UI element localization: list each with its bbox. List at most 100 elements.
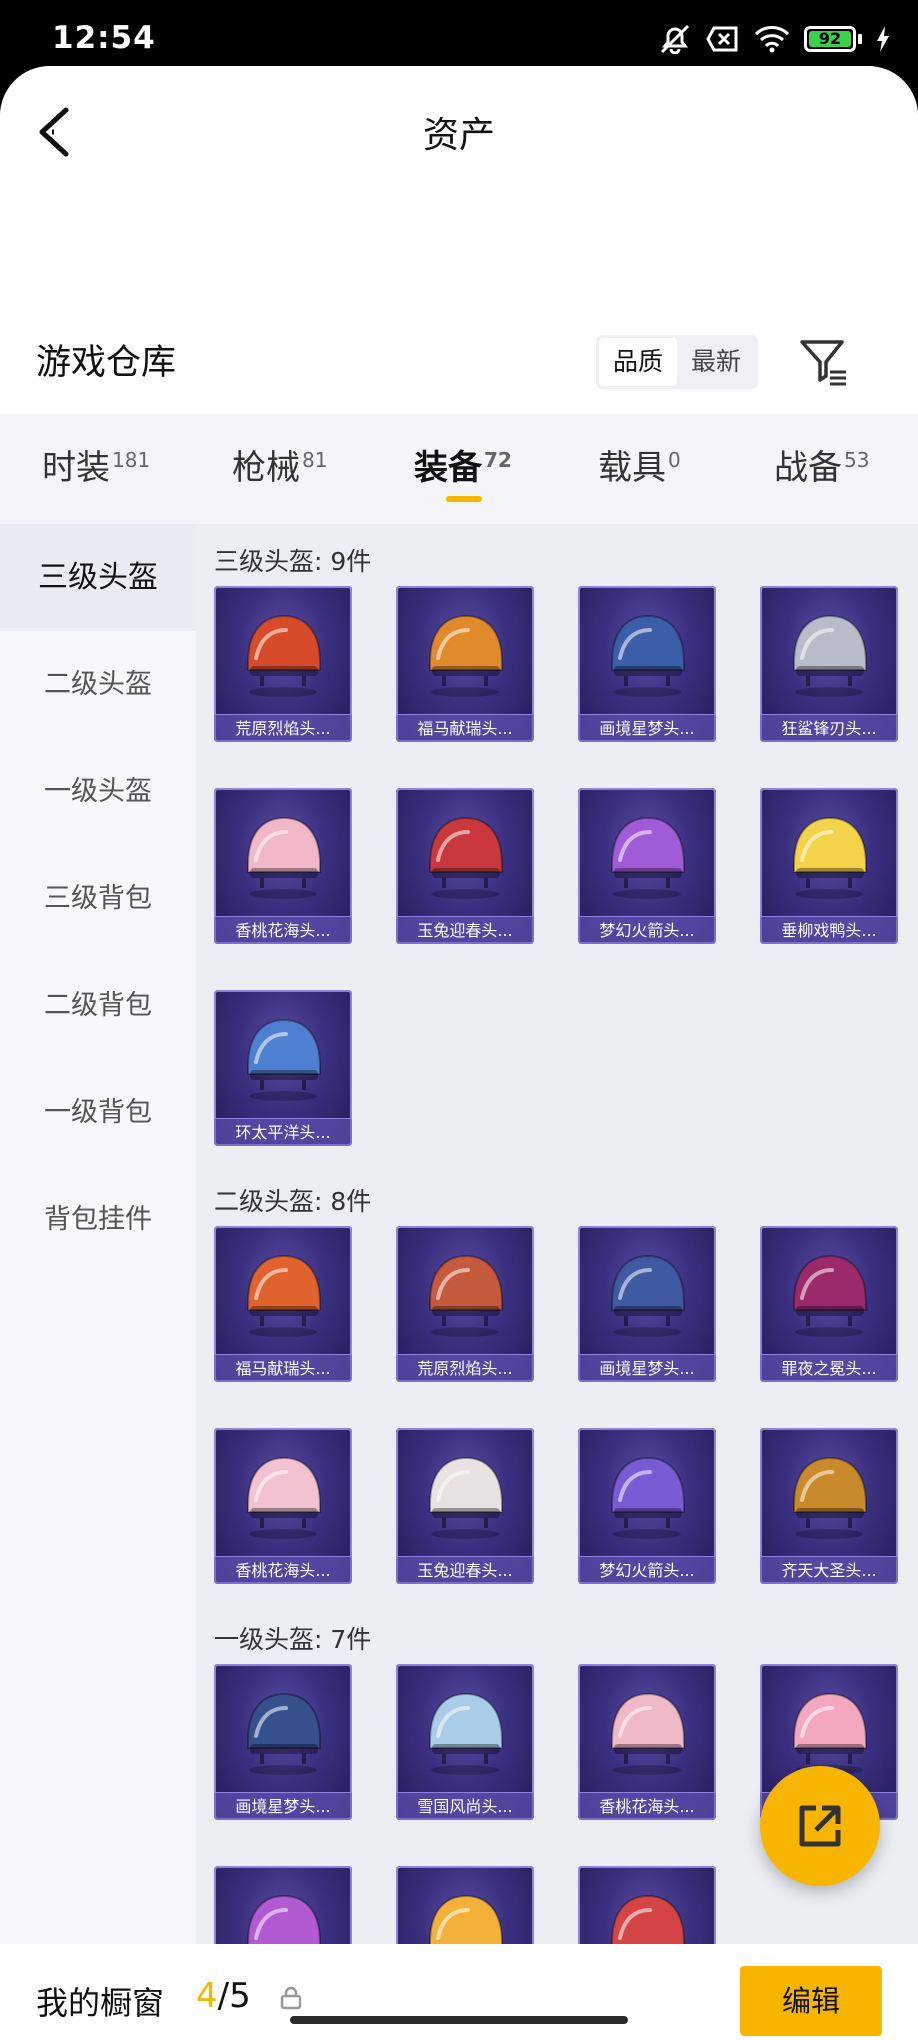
item-card[interactable]: 荒原烈焰头... (396, 1226, 534, 1382)
item-card[interactable]: 梦幻火箭头... (578, 788, 716, 944)
item-name: 福马献瑞头... (396, 714, 534, 742)
group-title: 二级头盔: 8件 (214, 1187, 372, 1216)
sidebar-item-level1-backpack[interactable]: 一级背包 (0, 1059, 196, 1166)
tab-vehicles[interactable]: 载具 0 (598, 440, 681, 489)
sort-toggle: 品质 最新 (596, 335, 758, 389)
item-card[interactable]: 香桃花海头... (214, 788, 352, 944)
item-card[interactable] (214, 1866, 352, 1944)
helmet-icon (429, 614, 503, 697)
item-name: 香桃花海头... (214, 1556, 352, 1584)
item-name: 垂柳戏鸭头... (760, 916, 898, 944)
edit-button[interactable]: 编辑 (740, 1966, 882, 2036)
item-name: 画境星梦头... (578, 1354, 716, 1382)
sidebar-item-level1-helmet[interactable]: 一级头盔 (0, 738, 196, 845)
helmet-icon (247, 1456, 321, 1539)
tab-supplies[interactable]: 战备 53 (774, 440, 869, 489)
item-name: 福马献瑞头... (214, 1354, 352, 1382)
item-card[interactable] (578, 1866, 716, 1944)
item-name: 荒原烈焰头... (214, 714, 352, 742)
helmet-icon (611, 1894, 685, 1944)
warehouse-header: 游戏仓库 品质 最新 (0, 266, 918, 414)
helmet-icon (611, 1456, 685, 1539)
sidebar-item-level2-helmet[interactable]: 二级头盔 (0, 631, 196, 738)
helmet-icon (247, 614, 321, 697)
filter-icon[interactable] (796, 334, 852, 390)
status-icons: 92 (658, 24, 890, 54)
battery-level: 92 (809, 31, 851, 47)
sort-quality-button[interactable]: 品质 (599, 338, 677, 386)
sim-off-icon (706, 26, 738, 52)
item-card[interactable]: 环太平洋头... (214, 990, 352, 1146)
sidebar-item-level3-helmet[interactable]: 三级头盔 (0, 524, 196, 631)
home-indicator[interactable] (290, 2016, 628, 2024)
item-card[interactable] (396, 1866, 534, 1944)
category-tabs: 时装 181 枪械 81 装备 72 载具 0 战备 53 (0, 414, 918, 524)
wifi-icon (754, 26, 790, 53)
navigation-bar: 资产 (0, 66, 918, 266)
sidebar-item-level2-backpack[interactable]: 二级背包 (0, 952, 196, 1059)
helmet-icon (429, 1894, 503, 1944)
item-card[interactable]: 香桃花海头... (578, 1664, 716, 1820)
share-button[interactable] (760, 1766, 880, 1886)
item-card[interactable]: 狂鲨锋刃头... (760, 586, 898, 742)
page-title: 资产 (422, 115, 495, 156)
item-card[interactable]: 玉兔迎春头... (396, 788, 534, 944)
item-name: 罪夜之冕头... (760, 1354, 898, 1382)
helmet-icon (793, 1692, 867, 1775)
item-grid: 三级头盔: 9件 荒原烈焰头... 福马献瑞头... 画境星梦头... 狂鲨锋刃头...… (196, 524, 918, 1944)
charging-icon (877, 26, 889, 52)
helmet-icon (247, 1254, 321, 1337)
assets-sheet: 资产 游戏仓库 品质 最新 时装 181 枪械 81 装备 72 载具 0 战备 53 三… (0, 66, 918, 2040)
item-card[interactable]: 罪夜之冕头... (760, 1226, 898, 1382)
helmet-icon (611, 614, 685, 697)
item-name: 雪国风尚头... (396, 1792, 534, 1820)
helmet-icon (793, 816, 867, 899)
active-tab-indicator (446, 496, 482, 502)
item-card[interactable]: 荒原烈焰头... (214, 586, 352, 742)
helmet-icon (429, 816, 503, 899)
item-card[interactable]: 玉兔迎春头... (396, 1428, 534, 1584)
item-name: 狂鲨锋刃头... (760, 714, 898, 742)
group-title: 一级头盔: 7件 (214, 1625, 372, 1654)
item-name: 香桃花海头... (214, 916, 352, 944)
sort-newest-button[interactable]: 最新 (677, 338, 755, 386)
showcase-bar: 我的橱窗 4/5 编辑 (0, 1944, 918, 2040)
tab-outfits[interactable]: 时装 181 (42, 440, 150, 489)
helmet-icon (429, 1692, 503, 1775)
item-card[interactable]: 垂柳戏鸭头... (760, 788, 898, 944)
status-time: 12:54 (52, 20, 156, 56)
helmet-icon (793, 1456, 867, 1539)
group-title: 三级头盔: 9件 (214, 547, 372, 576)
helmet-icon (247, 1018, 321, 1101)
sidebar-item-level3-backpack[interactable]: 三级背包 (0, 845, 196, 952)
helmet-icon (429, 1456, 503, 1539)
item-card[interactable]: 香桃花海头... (214, 1428, 352, 1584)
helmet-icon (247, 1894, 321, 1944)
item-card[interactable]: 齐天大圣头... (760, 1428, 898, 1584)
item-card[interactable]: 福马献瑞头... (396, 586, 534, 742)
item-name: 梦幻火箭头... (578, 1556, 716, 1584)
item-card[interactable]: 梦幻火箭头... (578, 1428, 716, 1584)
item-name: 香桃花海头... (578, 1792, 716, 1820)
helmet-icon (611, 1254, 685, 1337)
item-card[interactable]: 画境星梦头... (578, 1226, 716, 1382)
item-card[interactable]: 福马献瑞头... (214, 1226, 352, 1382)
item-card[interactable]: 雪国风尚头... (396, 1664, 534, 1820)
item-name: 玉兔迎春头... (396, 1556, 534, 1584)
status-bar: 12:54 92 (0, 0, 918, 68)
item-name: 玉兔迎春头... (396, 916, 534, 944)
subcategory-sidebar: 三级头盔 二级头盔 一级头盔 三级背包 二级背包 一级背包 背包挂件 (0, 524, 196, 1944)
tab-weapons[interactable]: 枪械 81 (232, 440, 327, 489)
item-name: 画境星梦头... (578, 714, 716, 742)
showcase-label: 我的橱窗 (36, 1984, 165, 2022)
tab-equipment[interactable]: 装备 72 (414, 440, 512, 489)
item-name: 齐天大圣头... (760, 1556, 898, 1584)
showcase-count: 4/5 (196, 1976, 251, 2016)
helmet-icon (247, 816, 321, 899)
item-card[interactable]: 画境星梦头... (578, 586, 716, 742)
warehouse-title: 游戏仓库 (36, 343, 177, 383)
sidebar-item-backpack-pendant[interactable]: 背包挂件 (0, 1166, 196, 1273)
helmet-icon (429, 1254, 503, 1337)
item-card[interactable]: 画境星梦头... (214, 1664, 352, 1820)
helmet-icon (247, 1692, 321, 1775)
